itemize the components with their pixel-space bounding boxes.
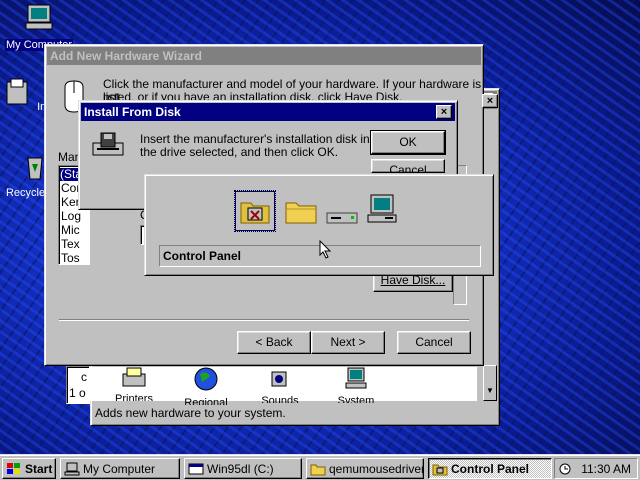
disk-drive-icon [92,132,124,156]
install-cancel-button[interactable]: Cancel [371,159,445,173]
wizard-separator [59,319,469,321]
install-message-line2: the drive selected, and then click OK. [140,145,339,159]
taskbar-item-win95dl[interactable]: Win95dl (C:) [184,458,302,479]
back-button[interactable]: < Back [237,331,311,354]
globe-icon [194,367,218,391]
popup-icon-strip [234,190,405,232]
scroll-down-icon[interactable]: ▼ [486,386,494,395]
drive-window-task-icon [188,463,204,474]
control-panel-item-sounds[interactable]: Sounds [258,366,302,403]
printer-icon [122,367,146,387]
list-item[interactable]: Log [61,210,81,223]
folder-task-icon [310,464,326,475]
list-item[interactable]: Tos [61,252,80,265]
system-computer-icon [345,367,367,389]
close-icon[interactable]: × [436,105,452,119]
selected-location-label: Control Panel [163,249,242,263]
wizard-titlebar: Add New Hardware Wizard [47,47,481,65]
speaker-icon [271,371,287,387]
control-panel-left-pane: c 1 o [66,366,90,404]
control-panel-item-system[interactable]: System [334,366,378,403]
install-dialog-titlebar: Install From Disk × [81,103,455,121]
cancel-button[interactable]: Cancel [397,331,471,354]
windows-logo-icon [7,462,20,474]
background-window-close-icon[interactable]: × [482,94,498,108]
drive-icon[interactable] [325,209,361,229]
my-computer-task-icon [64,462,80,475]
computer-icon[interactable] [365,193,401,229]
control-panel-scrollbar[interactable]: ▼ [483,365,497,401]
next-button[interactable]: Next > [311,331,385,354]
wizard-title: Add New Hardware Wizard [50,49,202,63]
control-panel-item-regional[interactable]: Regional [184,366,228,405]
taskbar-item-control-panel[interactable]: Control Panel [428,458,552,479]
my-computer-icon [25,4,53,30]
status-bar-text: Adds new hardware to your system. [95,406,286,420]
taskbar-item-qemumousedriver[interactable]: qemumousedriver [306,458,424,479]
list-item[interactable]: Tex [61,238,80,251]
list-item[interactable]: Mic [61,224,80,237]
control-panel-folder-icon[interactable] [234,190,276,232]
system-tray: 11:30 AM [554,458,638,479]
clock[interactable]: 11:30 AM [581,462,631,476]
list-item[interactable]: Ker [61,196,80,209]
taskbar-item-my-computer[interactable]: My Computer [60,458,180,479]
install-dialog-title: Install From Disk [84,105,181,119]
mouse-pointer-icon [319,240,332,259]
browse-location-popup: Control Panel [144,174,494,276]
control-panel-task-icon [432,464,448,475]
start-button[interactable]: Start [2,458,56,479]
tray-network-icon[interactable] [559,462,575,476]
folder-icon[interactable] [283,195,319,227]
control-panel-item-printers[interactable]: Printers [113,366,155,401]
taskbar: Start My Computer Win95dl (C:) qemumouse… [0,454,640,480]
inbox-icon [6,78,28,105]
ok-button[interactable]: OK [370,130,446,155]
